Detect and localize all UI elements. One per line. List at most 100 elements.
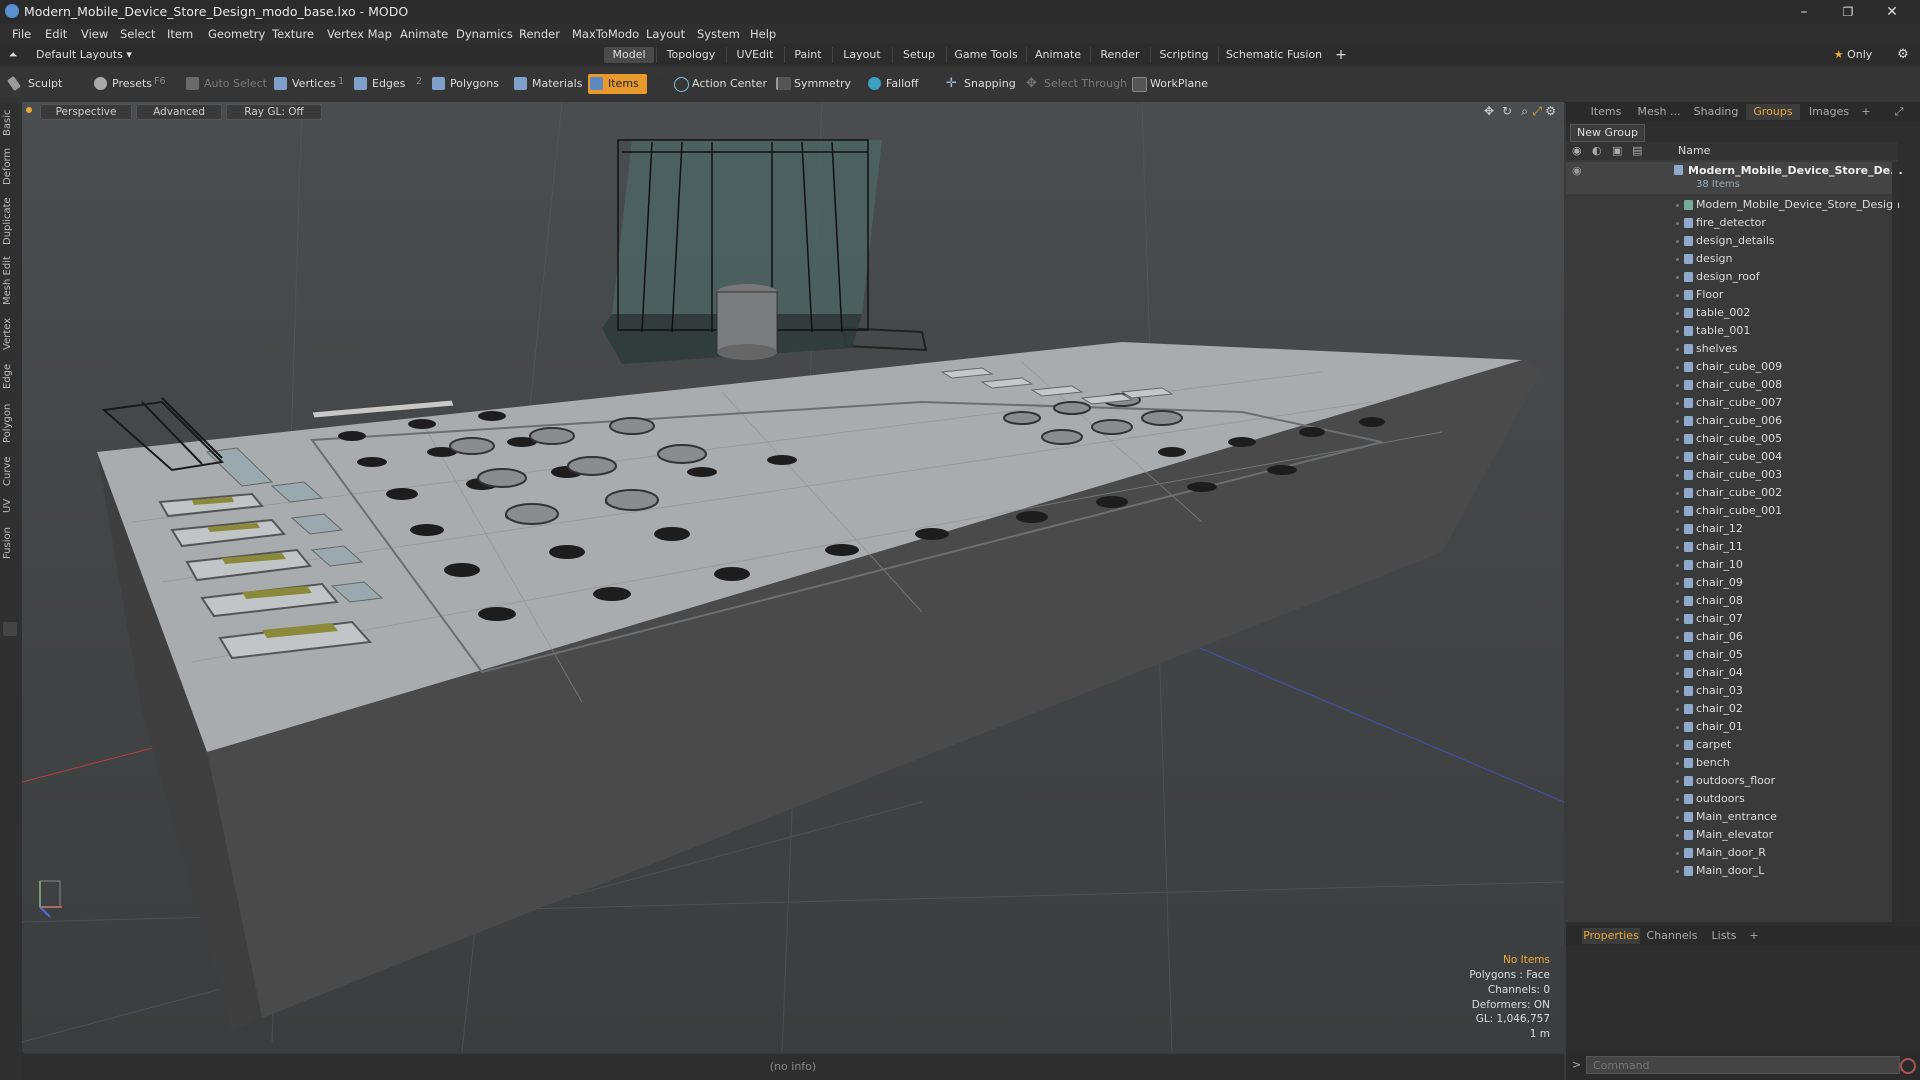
group-item-row[interactable]: chair_cube_009: [1566, 358, 1898, 376]
group-item-row[interactable]: design_details: [1566, 232, 1898, 250]
sculpt-button[interactable]: Sculpt: [6, 74, 62, 94]
tab-groups[interactable]: Groups: [1746, 104, 1800, 120]
viewport-rotate-icon[interactable]: ↻: [1502, 104, 1512, 118]
group-item-row[interactable]: design_roof: [1566, 268, 1898, 286]
tab-polygon[interactable]: Polygon: [2, 400, 20, 446]
menu-maxtomodo[interactable]: MaxToModo: [572, 27, 639, 41]
raygl-toggle-button[interactable]: Ray GL: Off: [226, 104, 322, 120]
restore-button[interactable]: ❐: [1828, 2, 1868, 22]
menu-dynamics[interactable]: Dynamics: [456, 27, 513, 41]
tab-schematic-fusion[interactable]: Schematic Fusion: [1218, 47, 1329, 63]
group-item-row[interactable]: Main_entrance: [1566, 808, 1898, 826]
group-item-row[interactable]: chair_cube_002: [1566, 484, 1898, 502]
group-item-row[interactable]: chair_11: [1566, 538, 1898, 556]
group-item-row[interactable]: chair_02: [1566, 700, 1898, 718]
command-stop-icon[interactable]: [1900, 1058, 1916, 1074]
add-tab-button[interactable]: +: [1332, 47, 1350, 63]
select-through-button[interactable]: ✥ Select Through: [1024, 74, 1127, 94]
menu-geometry[interactable]: Geometry: [208, 27, 265, 41]
presets-button[interactable]: Presets: [92, 74, 152, 94]
group-item-row[interactable]: Modern_Mobile_Device_Store_Design: [1566, 196, 1900, 214]
group-item-row[interactable]: chair_cube_003: [1566, 466, 1898, 484]
group-item-row[interactable]: outdoors_floor: [1566, 772, 1898, 790]
panel-expand-icon[interactable]: ⤢: [1892, 104, 1906, 120]
tab-deform[interactable]: Deform: [2, 146, 20, 186]
menu-render[interactable]: Render: [519, 27, 560, 41]
group-item-row[interactable]: outdoors: [1566, 790, 1898, 808]
name-column-header[interactable]: Name: [1678, 142, 1710, 160]
menu-vertex-map[interactable]: Vertex Map: [327, 27, 392, 41]
auto-select-button[interactable]: Auto Select: [184, 74, 267, 94]
group-item-row[interactable]: table_001: [1566, 322, 1898, 340]
group-item-row[interactable]: design: [1566, 250, 1898, 268]
tab-curve[interactable]: Curve: [2, 454, 20, 488]
tab-paint[interactable]: Paint: [784, 47, 831, 63]
group-item-row[interactable]: chair_06: [1566, 628, 1898, 646]
tab-items[interactable]: Items: [1582, 104, 1630, 120]
tab-model[interactable]: Model: [604, 47, 654, 63]
tab-vertex[interactable]: Vertex: [2, 316, 20, 352]
close-button[interactable]: ✕: [1872, 2, 1912, 22]
group-item-row[interactable]: chair_cube_008: [1566, 376, 1898, 394]
group-item-row[interactable]: chair_04: [1566, 664, 1898, 682]
shading-advanced-button[interactable]: Advanced: [136, 104, 222, 120]
root-visibility-eye-icon[interactable]: ◉: [1572, 162, 1582, 180]
edges-button[interactable]: Edges: [352, 74, 405, 94]
group-item-row[interactable]: chair_01: [1566, 718, 1898, 736]
snapping-button[interactable]: ✛ Snapping: [944, 74, 1016, 94]
menu-texture[interactable]: Texture: [272, 27, 314, 41]
polygons-button[interactable]: Polygons: [430, 74, 499, 94]
workplane-button[interactable]: WorkPlane: [1130, 74, 1208, 94]
viewport-settings-gear-icon[interactable]: ⚙: [1545, 104, 1556, 118]
tab-animate[interactable]: Animate: [1026, 47, 1089, 63]
tab-render[interactable]: Render: [1090, 47, 1149, 63]
only-toggle[interactable]: ★ Only: [1818, 47, 1888, 63]
menu-system[interactable]: System: [697, 27, 740, 41]
group-item-row[interactable]: chair_12: [1566, 520, 1898, 538]
group-item-row[interactable]: Main_elevator: [1566, 826, 1898, 844]
group-item-row[interactable]: shelves: [1566, 340, 1898, 358]
tab-lists[interactable]: Lists: [1704, 928, 1744, 944]
viewport-zoom-icon[interactable]: ⌕: [1521, 104, 1528, 119]
group-item-row[interactable]: chair_cube_007: [1566, 394, 1898, 412]
tab-game-tools[interactable]: Game Tools: [946, 47, 1025, 63]
group-item-row[interactable]: chair_cube_004: [1566, 448, 1898, 466]
command-input[interactable]: [1586, 1056, 1900, 1074]
group-item-row[interactable]: bench: [1566, 754, 1898, 772]
menu-item[interactable]: Item: [167, 27, 193, 41]
select-column-icon[interactable]: ▤: [1632, 142, 1642, 160]
add-panel-tab-icon[interactable]: +: [1858, 104, 1874, 120]
tab-edge[interactable]: Edge: [2, 360, 20, 392]
new-group-button[interactable]: New Group: [1570, 124, 1645, 142]
group-item-row[interactable]: Main_door_R: [1566, 844, 1898, 862]
group-item-row[interactable]: table_002: [1566, 304, 1898, 322]
tree-scrollbar[interactable]: [1892, 162, 1898, 922]
default-layouts-dropdown[interactable]: Default Layouts ▾: [36, 47, 132, 63]
symmetry-button[interactable]: Symmetry: [774, 74, 851, 94]
action-center-button[interactable]: Action Center: [672, 74, 767, 94]
viewport-pan-icon[interactable]: ✥: [1484, 104, 1494, 118]
tab-topology[interactable]: Topology: [656, 47, 725, 63]
menu-layout[interactable]: Layout: [646, 27, 685, 41]
tab-fusion[interactable]: Fusion: [2, 524, 20, 562]
group-root-row[interactable]: ◉ Modern_Mobile_Device_Store_De... 38 It…: [1566, 162, 1903, 194]
layouts-collapse-icon[interactable]: ⏶: [6, 47, 20, 63]
add-bottom-tab-icon[interactable]: +: [1746, 928, 1762, 944]
materials-button[interactable]: Materials: [512, 74, 582, 94]
group-item-row[interactable]: chair_07: [1566, 610, 1898, 628]
tab-basic[interactable]: Basic: [2, 108, 20, 138]
view-perspective-button[interactable]: Perspective: [40, 104, 132, 120]
menu-help[interactable]: Help: [750, 27, 776, 41]
group-item-row[interactable]: chair_09: [1566, 574, 1898, 592]
3d-viewport[interactable]: Perspective Advanced Ray GL: Off ✥ ↻ ⌕ ⤢…: [22, 102, 1564, 1052]
group-item-row[interactable]: chair_cube_006: [1566, 412, 1898, 430]
menu-edit[interactable]: Edit: [45, 27, 67, 41]
palette-toggle-icon[interactable]: [3, 622, 17, 636]
tab-uvedit[interactable]: UVEdit: [726, 47, 783, 63]
items-button[interactable]: Items: [588, 74, 647, 94]
group-item-row[interactable]: chair_cube_005: [1566, 430, 1898, 448]
tab-uv[interactable]: UV: [2, 496, 20, 516]
group-item-row[interactable]: chair_cube_001: [1566, 502, 1898, 520]
tab-mesh[interactable]: Mesh ...: [1632, 104, 1686, 120]
viewport-fit-icon[interactable]: ⤢: [1532, 104, 1542, 119]
